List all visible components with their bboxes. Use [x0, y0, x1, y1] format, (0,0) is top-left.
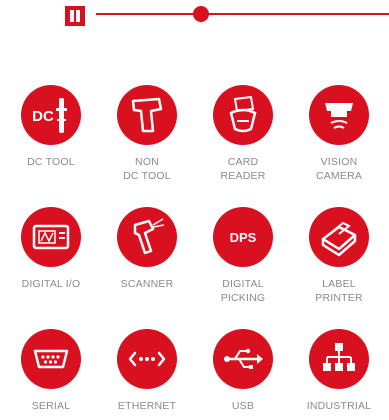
category-scanner[interactable]: SCANNER — [99, 207, 195, 291]
category-label-printer[interactable]: LABEL PRINTER — [291, 207, 387, 305]
category-label: DIGITAL PICKING — [220, 278, 266, 304]
category-serial[interactable]: SERIAL — [3, 329, 99, 413]
progress-knob[interactable] — [193, 6, 210, 22]
category-industrial[interactable]: INDUSTRIAL — [291, 329, 387, 413]
pause-button[interactable] — [65, 6, 85, 26]
category-card-reader[interactable]: CARD READER — [195, 85, 291, 183]
digital-picking-icon: DPS — [213, 207, 273, 267]
serial-port-icon — [21, 329, 81, 389]
digital-io-icon — [21, 207, 81, 267]
pause-icon — [70, 10, 74, 22]
media-controls — [0, 0, 389, 30]
category-usb[interactable]: USB — [195, 329, 291, 413]
category-label: ETHERNET — [117, 400, 177, 412]
scanner-icon — [117, 207, 177, 267]
category-label: DC TOOL — [27, 156, 75, 168]
card-reader-icon — [213, 85, 273, 145]
category-label: CARD READER — [220, 156, 266, 182]
category-label: LABEL PRINTER — [315, 278, 363, 304]
category-ethernet[interactable]: ETHERNET — [99, 329, 195, 413]
category-digital-io[interactable]: DIGITAL I/O — [3, 207, 99, 291]
vision-camera-icon — [309, 85, 369, 145]
category-label: VISION CAMERA — [315, 156, 363, 182]
category-label: USB — [231, 400, 255, 412]
category-non-dc-tool[interactable]: NON DC TOOL — [99, 85, 195, 183]
category-label: DIGITAL I/O — [21, 278, 81, 290]
category-vision-camera[interactable]: VISION CAMERA — [291, 85, 387, 183]
category-dc-tool[interactable]: DC DC TOOL — [3, 85, 99, 169]
category-label: INDUSTRIAL — [306, 400, 372, 412]
digital-picking-icon-text: DPS — [230, 230, 257, 245]
industrial-network-icon — [309, 329, 369, 389]
progress-track[interactable] — [96, 13, 389, 15]
dc-tool-icon-text: DC — [32, 108, 54, 125]
category-label: SERIAL — [31, 400, 71, 412]
ethernet-icon — [117, 329, 177, 389]
non-dc-tool-icon — [117, 85, 177, 145]
usb-icon — [213, 329, 273, 389]
category-label: SCANNER — [120, 278, 174, 290]
dc-tool-icon: DC — [21, 85, 81, 145]
label-printer-icon — [309, 207, 369, 267]
category-label: NON DC TOOL — [123, 156, 171, 182]
category-digital-picking[interactable]: DPS DIGITAL PICKING — [195, 207, 291, 305]
